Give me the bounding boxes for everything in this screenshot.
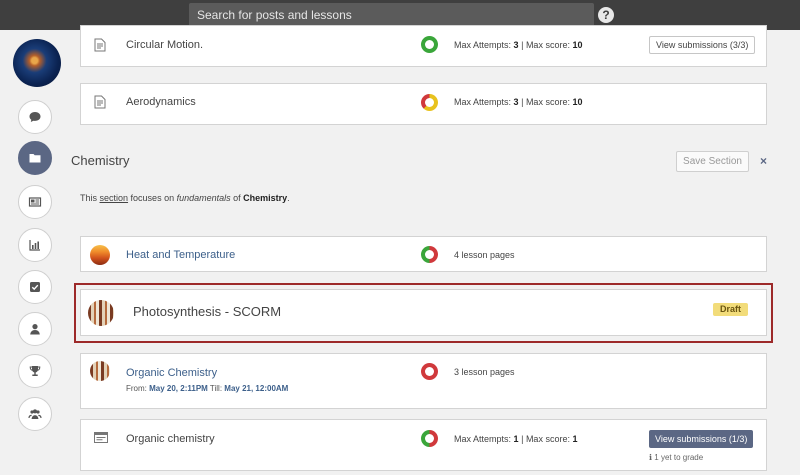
lesson-name[interactable]: Organic chemistry	[126, 433, 215, 445]
grading-note: ℹ 1 yet to grade	[649, 453, 704, 462]
tasks-icon[interactable]	[18, 270, 52, 304]
view-submissions-button[interactable]: View submissions (3/3)	[649, 36, 756, 54]
progress-ring	[421, 363, 438, 380]
search-input[interactable]: Search for posts and lessons	[189, 3, 594, 27]
section-link[interactable]: section	[100, 193, 129, 203]
help-icon[interactable]: ?	[598, 7, 614, 23]
lesson-meta: Max Attempts: 3 | Max score: 10	[454, 40, 583, 50]
lesson-row-aerodynamics[interactable]: Aerodynamics Max Attempts: 3 | Max score…	[80, 83, 767, 125]
lesson-page-count: 3 lesson pages	[454, 367, 515, 377]
messages-icon[interactable]	[18, 100, 52, 134]
groups-icon[interactable]	[18, 397, 52, 431]
trophy-icon[interactable]	[18, 354, 52, 388]
progress-ring	[421, 36, 438, 53]
lesson-row-circular-motion[interactable]: Circular Motion. Max Attempts: 3 | Max s…	[80, 25, 767, 67]
lesson-thumbnail	[90, 245, 110, 265]
lesson-name[interactable]: Heat and Temperature	[126, 249, 235, 261]
lesson-row-organic-chemistry[interactable]: Organic Chemistry From: May 20, 2:11PM T…	[80, 353, 767, 409]
lesson-page-count: 4 lesson pages	[454, 250, 515, 260]
document-icon	[94, 95, 106, 109]
lesson-name[interactable]: Aerodynamics	[126, 96, 196, 108]
lesson-meta: Max Attempts: 3 | Max score: 10	[454, 97, 583, 107]
folder-icon[interactable]	[18, 141, 52, 175]
save-section-button[interactable]: Save Section	[676, 151, 749, 172]
progress-ring	[421, 94, 438, 111]
news-icon[interactable]	[18, 185, 52, 219]
profile-icon[interactable]	[18, 312, 52, 346]
lesson-name[interactable]: Photosynthesis - SCORM	[133, 304, 281, 319]
lesson-name[interactable]: Organic Chemistry	[126, 367, 217, 379]
progress-ring	[421, 246, 438, 263]
document-icon	[94, 38, 106, 52]
lesson-row-photosynthesis[interactable]: Photosynthesis - SCORM Draft	[80, 289, 767, 336]
lesson-schedule: From: May 20, 2:11PM Till: May 21, 12:00…	[126, 384, 289, 393]
close-icon[interactable]: ×	[760, 154, 767, 168]
status-badge: Draft	[713, 303, 749, 316]
lesson-name[interactable]: Circular Motion.	[126, 39, 203, 51]
user-avatar[interactable]	[13, 39, 61, 87]
view-submissions-button[interactable]: View submissions (1/3)	[649, 430, 754, 448]
reports-icon[interactable]	[18, 228, 52, 262]
lesson-thumbnail	[88, 300, 114, 326]
lesson-row-heat-and-temperature[interactable]: Heat and Temperature 4 lesson pages	[80, 236, 767, 272]
lesson-meta: Max Attempts: 1 | Max score: 1	[454, 434, 578, 444]
lesson-thumbnail	[90, 361, 110, 381]
section-title: Chemistry	[71, 153, 130, 168]
info-icon: ℹ	[649, 453, 653, 462]
progress-ring	[421, 430, 438, 447]
section-description: This section focuses on fundamentals of …	[80, 193, 290, 203]
lesson-row-organic-chemistry-quiz[interactable]: Organic chemistry Max Attempts: 1 | Max …	[80, 419, 767, 471]
quiz-icon	[94, 432, 108, 443]
